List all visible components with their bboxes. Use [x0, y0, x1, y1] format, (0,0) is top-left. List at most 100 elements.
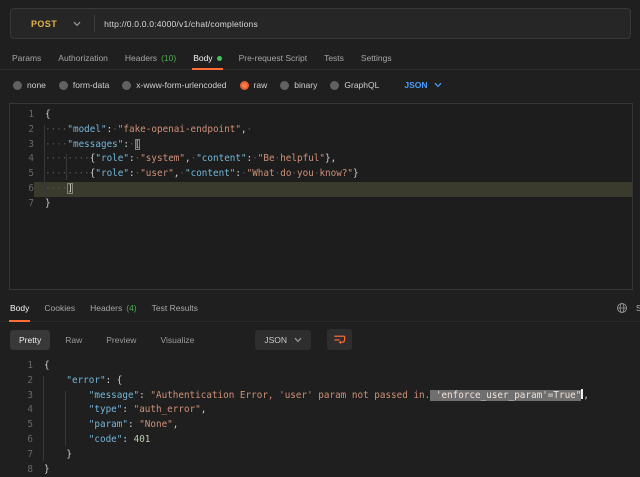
- raw-type-selector[interactable]: JSON: [404, 80, 441, 90]
- raw-type-label: JSON: [404, 80, 427, 90]
- tab-body[interactable]: Body: [192, 48, 222, 70]
- body-mode-label: GraphQL: [344, 80, 379, 90]
- line-number: 3: [0, 389, 33, 404]
- code-line: 7}: [10, 197, 632, 212]
- url-input[interactable]: http://0.0.0.0:4000/v1/chat/completions: [104, 19, 258, 29]
- body-mode-binary[interactable]: binary: [280, 80, 317, 90]
- radio-raw-icon: [240, 81, 249, 90]
- code-text: }: [33, 463, 640, 477]
- response-tab-body[interactable]: Body: [9, 296, 30, 322]
- code-text: ········{"role":·"user",·"content":·"Wha…: [34, 167, 632, 182]
- response-body-viewer[interactable]: 1{2 "error": {3 "message": "Authenticati…: [0, 356, 640, 477]
- code-line: 3 "message": "Authentication Error, 'use…: [0, 389, 640, 404]
- response-tab-cookies[interactable]: Cookies: [43, 296, 76, 322]
- code-text: {: [34, 108, 632, 123]
- line-number: 4: [10, 152, 34, 167]
- response-meta: S: [616, 302, 640, 314]
- wrap-text-button[interactable]: [327, 329, 352, 350]
- chevron-down-icon: [434, 82, 442, 88]
- request-editor-content: 1{2····"model":·"fake-openai-endpoint",·…: [10, 108, 632, 212]
- tab-headers[interactable]: Headers (10): [124, 48, 177, 70]
- radio-none-icon: [13, 81, 22, 90]
- response-tab-label: Headers: [90, 303, 122, 313]
- line-number: 8: [0, 463, 33, 477]
- response-view-row: Pretty Raw Preview Visualize JSON: [10, 329, 352, 350]
- tab-tests[interactable]: Tests: [323, 48, 345, 70]
- view-visualize[interactable]: Visualize: [151, 330, 203, 350]
- code-text: {: [33, 359, 640, 374]
- tab-label: Headers: [125, 53, 157, 63]
- code-line: 4········{"role":·"system",·"content":·"…: [10, 152, 632, 167]
- body-mode-label: form-data: [73, 80, 109, 90]
- api-client-window: POST http://0.0.0.0:4000/v1/chat/complet…: [0, 0, 640, 477]
- radio-graphql-icon: [330, 81, 339, 90]
- line-number: 5: [10, 167, 34, 182]
- tab-label: Pre-request Script: [239, 53, 308, 63]
- request-tabs: Params Authorization Headers (10) Body Pre-re…: [0, 48, 640, 70]
- code-line: 5 "param": "None",: [0, 418, 640, 433]
- response-editor-content: 1{2 "error": {3 "message": "Authenticati…: [0, 359, 640, 477]
- response-format-selector[interactable]: JSON: [255, 330, 311, 350]
- view-preview[interactable]: Preview: [97, 330, 145, 350]
- line-number: 7: [10, 197, 34, 212]
- body-mode-raw[interactable]: raw: [240, 80, 268, 90]
- tab-settings[interactable]: Settings: [360, 48, 393, 70]
- line-number: 3: [10, 138, 34, 153]
- request-body-editor[interactable]: 1{2····"model":·"fake-openai-endpoint",·…: [9, 103, 633, 290]
- response-tab-headers[interactable]: Headers (4): [89, 296, 138, 322]
- body-mode-form-data[interactable]: form-data: [59, 80, 109, 90]
- response-format-label: JSON: [264, 335, 287, 345]
- body-mode-label: none: [27, 80, 46, 90]
- tab-label: Params: [12, 53, 41, 63]
- code-line: 1{: [0, 359, 640, 374]
- code-line: 6 "code": 401: [0, 433, 640, 448]
- request-url-bar: POST http://0.0.0.0:4000/v1/chat/complet…: [10, 8, 631, 39]
- line-number: 1: [10, 108, 34, 123]
- view-pretty[interactable]: Pretty: [10, 330, 50, 350]
- response-tab-test-results[interactable]: Test Results: [151, 296, 199, 322]
- tab-count-badge: (4): [126, 303, 136, 313]
- body-mode-label: x-www-form-urlencoded: [136, 80, 226, 90]
- code-text: ········{"role":·"system",·"content":·"B…: [34, 152, 632, 167]
- radio-x-www-form-urlencoded-icon: [122, 81, 131, 90]
- code-line: 5········{"role":·"user",·"content":·"Wh…: [10, 167, 632, 182]
- tab-params[interactable]: Params: [11, 48, 42, 70]
- tab-label: Settings: [361, 53, 392, 63]
- code-line: 7 }: [0, 448, 640, 463]
- code-text: "error": {: [33, 374, 640, 389]
- indent-guide: [43, 376, 44, 461]
- code-text: }: [33, 448, 640, 463]
- tab-label: Tests: [324, 53, 344, 63]
- code-text: }: [34, 197, 632, 212]
- body-mode-x-www-form-urlencoded[interactable]: x-www-form-urlencoded: [122, 80, 226, 90]
- code-line: 2 "error": {: [0, 374, 640, 389]
- code-line: 1{: [10, 108, 632, 123]
- line-number: 2: [0, 374, 33, 389]
- line-number: 7: [0, 448, 33, 463]
- line-number: 5: [0, 418, 33, 433]
- code-text: "message": "Authentication Error, 'user'…: [33, 389, 640, 404]
- indent-guide: [66, 154, 67, 180]
- tab-label: Body: [193, 53, 212, 63]
- tab-authorization[interactable]: Authorization: [57, 48, 109, 70]
- line-number: 4: [0, 403, 33, 418]
- body-mode-label: raw: [254, 80, 268, 90]
- body-mode-none[interactable]: none: [13, 80, 46, 90]
- body-mode-graphql[interactable]: GraphQL: [330, 80, 379, 90]
- unsaved-changes-dot-icon: [217, 56, 222, 61]
- line-number: 2: [10, 123, 34, 138]
- body-mode-row: none form-data x-www-form-urlencoded raw bin…: [0, 75, 640, 95]
- code-text: ····"messages":·[: [34, 138, 632, 153]
- response-tab-label: Cookies: [44, 303, 75, 313]
- code-line: 3····"messages":·[: [10, 138, 632, 153]
- line-number: 6: [0, 433, 33, 448]
- chevron-down-icon[interactable]: [73, 21, 81, 27]
- chevron-down-icon: [294, 337, 302, 343]
- tab-count-badge: (10): [161, 53, 176, 63]
- divider: [94, 15, 95, 32]
- network-globe-icon[interactable]: [616, 302, 628, 314]
- tab-pre-request-script[interactable]: Pre-request Script: [238, 48, 309, 70]
- line-number: 1: [0, 359, 33, 374]
- view-raw[interactable]: Raw: [56, 330, 91, 350]
- method-selector[interactable]: POST: [11, 19, 57, 29]
